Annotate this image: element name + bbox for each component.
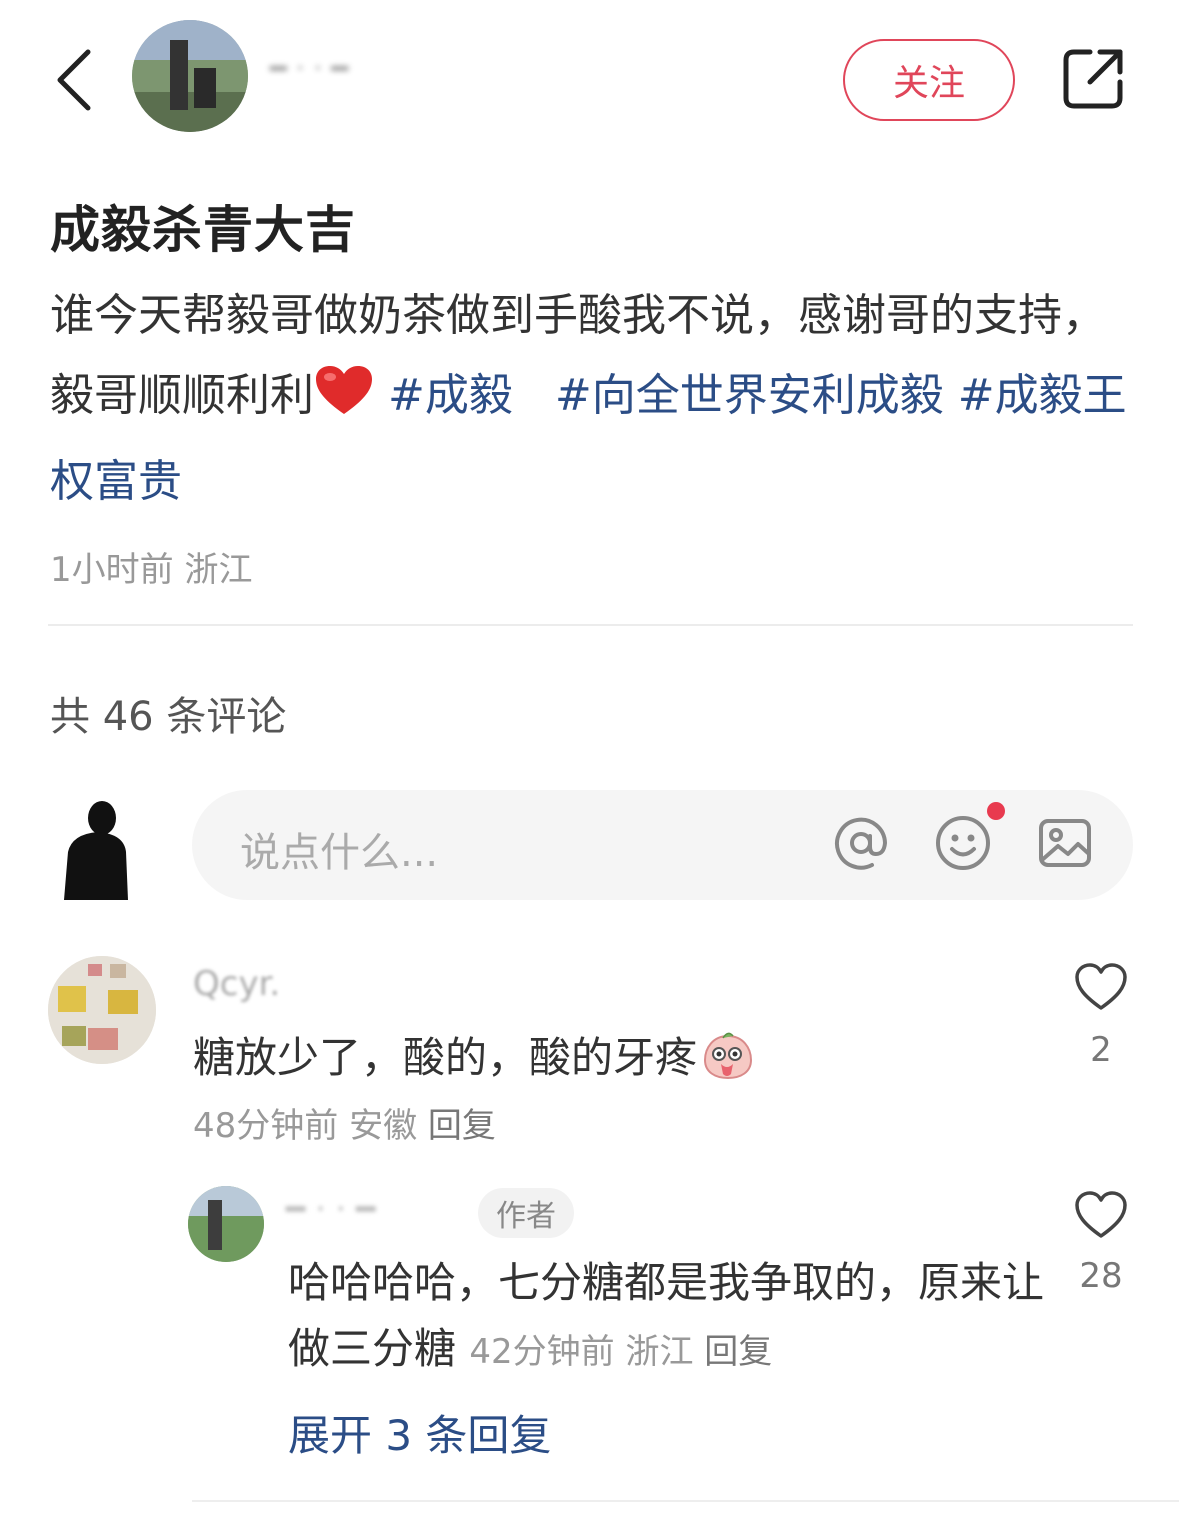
author-reply-username[interactable]: ━ ‧ ‧ ━ bbox=[286, 1190, 375, 1228]
my-avatar[interactable] bbox=[48, 790, 148, 900]
divider bbox=[48, 624, 1133, 626]
back-arrow-icon[interactable] bbox=[52, 48, 100, 112]
emoji-icon[interactable] bbox=[934, 814, 992, 872]
hashtag-link[interactable]: #向全世界安利成毅 bbox=[555, 370, 944, 421]
peach-tongue-emoji-icon bbox=[704, 1032, 753, 1080]
commenter-username[interactable]: Qcyr. bbox=[193, 964, 280, 1004]
author-reply-avatar[interactable] bbox=[188, 1186, 264, 1262]
post-title: 成毅杀青大吉 bbox=[50, 201, 356, 259]
image-icon[interactable] bbox=[1036, 814, 1094, 872]
like-count: 2 bbox=[1090, 1030, 1112, 1070]
expand-replies-link[interactable]: 展开 3 条回复 bbox=[288, 1402, 551, 1463]
divider bbox=[192, 1500, 1179, 1502]
comment-text: 糖放少了，酸的，酸的牙疼 bbox=[193, 1024, 755, 1085]
post-location: 浙江 bbox=[184, 550, 253, 590]
comments-count: 共 46 条评论 bbox=[50, 694, 287, 740]
reply-meta: 42分钟前 浙江 回复 bbox=[469, 1332, 772, 1372]
post-body: 谁今天帮毅哥做奶茶做到手酸我不说，感谢哥的支持，毅哥顺顺利利 #成毅 #向全世界… bbox=[50, 276, 1140, 522]
like-heart-icon[interactable] bbox=[1074, 962, 1128, 1012]
reply-location: 浙江 bbox=[625, 1332, 694, 1372]
author-avatar[interactable] bbox=[132, 20, 248, 132]
share-icon[interactable] bbox=[1060, 46, 1126, 112]
commenter-avatar[interactable] bbox=[48, 956, 156, 1064]
notification-dot bbox=[987, 802, 1005, 820]
at-mention-icon[interactable] bbox=[832, 814, 890, 872]
comment-input-placeholder: 说点什么... bbox=[240, 830, 439, 876]
reply-time: 42分钟前 bbox=[469, 1332, 615, 1372]
reply-comment-text: 哈哈哈哈，七分糖都是我争取的，原来让做三分糖 42分钟前 浙江 回复 bbox=[288, 1250, 1048, 1385]
like-heart-icon[interactable] bbox=[1074, 1190, 1128, 1240]
hashtag-link[interactable]: #成毅 bbox=[388, 370, 513, 421]
reply-button[interactable]: 回复 bbox=[428, 1106, 496, 1146]
post-time: 1小时前 bbox=[50, 550, 174, 590]
comment-meta: 48分钟前 安徽 回复 bbox=[193, 1098, 496, 1147]
reply-button[interactable]: 回复 bbox=[704, 1332, 772, 1372]
follow-button[interactable]: 关注 bbox=[843, 39, 1015, 121]
comment-time: 48分钟前 bbox=[193, 1106, 339, 1146]
author-username[interactable]: ━ ‧ ‧ ━ bbox=[270, 52, 470, 96]
red-heart-emoji-icon bbox=[314, 362, 374, 442]
post-meta: 1小时前 浙江 bbox=[50, 542, 252, 591]
author-badge: 作者 bbox=[478, 1188, 574, 1238]
like-count: 28 bbox=[1079, 1256, 1123, 1296]
comment-location: 安徽 bbox=[349, 1106, 418, 1146]
comment-text-content: 糖放少了，酸的，酸的牙疼 bbox=[193, 1033, 698, 1082]
